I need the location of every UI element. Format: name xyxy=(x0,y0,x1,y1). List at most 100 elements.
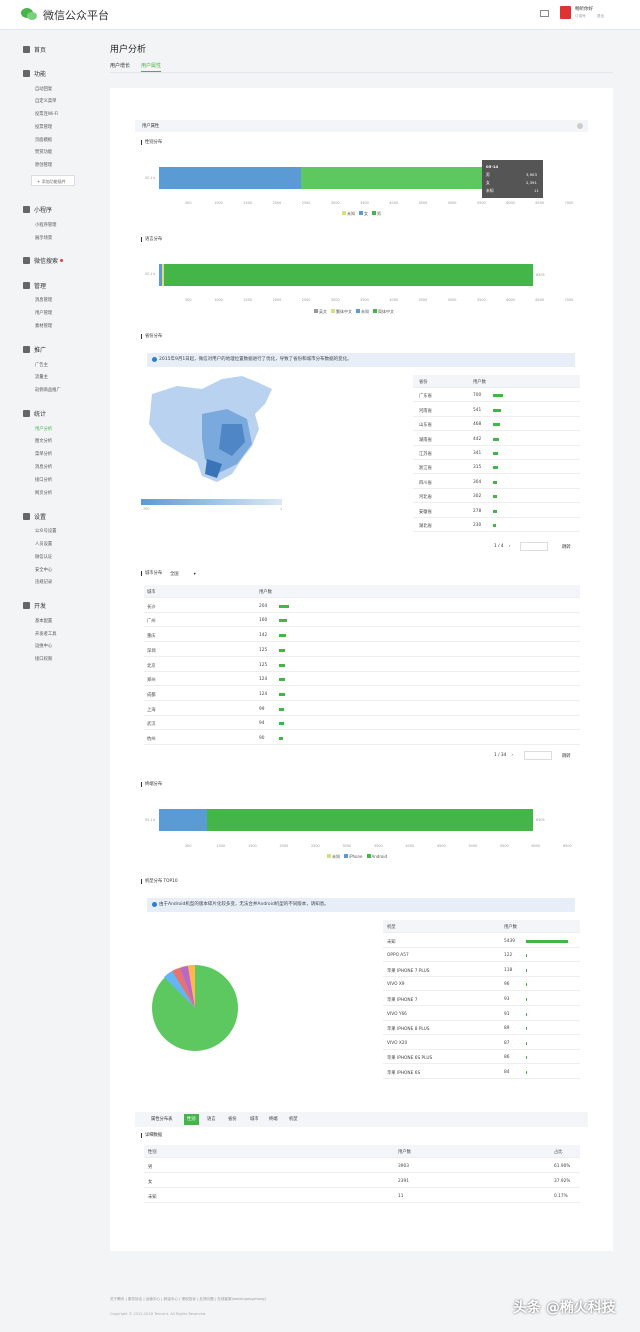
sidebar-item[interactable]: 图文分析 xyxy=(35,438,52,444)
sidebar-item[interactable]: 菜单分析 xyxy=(35,451,52,457)
table-row[interactable]: 苹果 IPHONE 8 PLUS 89 xyxy=(383,1022,580,1036)
sidebar-item-user-analysis[interactable]: 用户分析 xyxy=(35,426,52,432)
table-row[interactable]: 杭州 90 xyxy=(144,732,580,745)
table-cell: 99 xyxy=(259,706,265,712)
sidebar-item[interactable]: 小程序管理 xyxy=(35,222,56,228)
avatar[interactable] xyxy=(560,6,571,19)
sidebar-item[interactable]: 投票管理 xyxy=(35,124,52,130)
table-row[interactable]: VIVO X20 87 xyxy=(383,1037,580,1050)
tab-province[interactable]: 省份 xyxy=(228,1116,237,1122)
sidebar-item[interactable]: 用户管理 xyxy=(35,310,52,316)
logout-link[interactable]: 退出 xyxy=(597,14,604,19)
sidebar-item[interactable]: 基本配置 xyxy=(35,618,52,624)
sidebar-item[interactable]: 自动回复 xyxy=(35,86,52,92)
value-bar xyxy=(279,648,286,652)
tab-model[interactable]: 机型 xyxy=(289,1116,298,1122)
tab-city[interactable]: 城市 xyxy=(250,1116,259,1122)
terminal-bar-android[interactable] xyxy=(207,809,533,831)
add-plugin-button[interactable]: + 添加功能插件 xyxy=(31,175,75,186)
table-row[interactable]: 重庆 142 xyxy=(144,629,580,643)
table-cell: 苹果 IPHONE 6S xyxy=(387,1071,421,1076)
table-row[interactable]: 未知 11 0.17% xyxy=(144,1190,580,1203)
mail-icon[interactable] xyxy=(540,10,549,17)
table-row[interactable]: 湖北省 230 xyxy=(413,519,580,532)
tab-language[interactable]: 语言 xyxy=(207,1116,216,1122)
sidebar-item[interactable]: 违规记录 xyxy=(35,579,52,585)
sidebar-item[interactable]: 接口权限 xyxy=(35,656,52,662)
sidebar-item[interactable]: 网页分析 xyxy=(35,490,52,496)
table-row[interactable]: 武汉 94 xyxy=(144,717,580,731)
table-row[interactable]: 深圳 125 xyxy=(144,644,580,657)
tab-gender[interactable]: 性别 xyxy=(184,1114,199,1125)
account-name[interactable]: 畅听你好 xyxy=(575,6,593,12)
table-row[interactable]: 苹果 IPHONE 7 93 xyxy=(383,993,580,1006)
jump-button[interactable]: 跳转 xyxy=(562,753,571,759)
sidebar-item[interactable]: 安全中心 xyxy=(35,567,52,573)
table-row[interactable]: 浙江省 315 xyxy=(413,461,580,475)
sidebar-item[interactable]: 赞赏功能 xyxy=(35,149,52,155)
sidebar-item[interactable]: 微信认证 xyxy=(35,554,52,560)
tab-terminal[interactable]: 终端 xyxy=(269,1116,278,1122)
table-row[interactable]: 安徽省 278 xyxy=(413,505,580,518)
model-pie-chart[interactable] xyxy=(150,963,240,1053)
table-row[interactable]: 郑州 124 xyxy=(144,673,580,687)
province-heading: 省份分布 xyxy=(141,334,162,339)
sidebar-item[interactable]: 流量主 xyxy=(35,374,48,380)
table-row[interactable]: 广东省 700 xyxy=(413,389,580,403)
table-row[interactable]: 山东省 468 xyxy=(413,418,580,432)
next-page-icon[interactable]: › xyxy=(509,544,511,549)
brand-title[interactable]: 微信公众平台 xyxy=(43,7,109,23)
table-row[interactable]: VIVO X9 96 xyxy=(383,978,580,992)
sidebar-item[interactable]: 投票连Wi-Fi xyxy=(35,111,58,117)
table-row[interactable]: 苹果 IPHONE 6S PLUS 86 xyxy=(383,1051,580,1065)
sidebar-section-search[interactable]: 微信搜索 xyxy=(23,256,64,265)
table-row[interactable]: 男 3903 61.90% xyxy=(144,1160,580,1173)
help-icon[interactable] xyxy=(577,123,583,129)
table-row[interactable]: 上海 99 xyxy=(144,703,580,716)
china-map[interactable] xyxy=(147,374,275,486)
city-filter-dropdown[interactable]: 全国 ▾ xyxy=(170,571,206,578)
table-row[interactable]: 苹果 IPHONE 7 PLUS 118 xyxy=(383,964,580,977)
table-row[interactable]: 四川省 304 xyxy=(413,476,580,489)
tab-user-attributes[interactable]: 用户属性 xyxy=(141,62,161,69)
table-row[interactable]: 江苏省 341 xyxy=(413,447,580,460)
table-row[interactable]: OPPO A57 122 xyxy=(383,949,580,963)
table-row[interactable]: 湖南省 442 xyxy=(413,433,580,446)
language-bar-simplified[interactable] xyxy=(164,264,533,286)
table-row[interactable]: 苹果 IPHONE 6S 84 xyxy=(383,1066,580,1079)
sidebar-home[interactable]: 首页 xyxy=(23,45,46,54)
table-row[interactable]: 北京 125 xyxy=(144,659,580,672)
sidebar-item[interactable]: 消息管理 xyxy=(35,297,52,303)
sidebar-item[interactable]: 广告主 xyxy=(35,362,48,368)
sidebar-item[interactable]: 消息分析 xyxy=(35,464,52,470)
sidebar-item[interactable]: 素材管理 xyxy=(35,323,52,329)
sidebar-item[interactable]: 运维中心 xyxy=(35,643,52,649)
sidebar-item[interactable]: 开发者工具 xyxy=(35,631,56,637)
sidebar-item[interactable]: 原创管理 xyxy=(35,162,52,168)
sidebar-item[interactable]: 页面模板 xyxy=(35,137,52,143)
sidebar-item[interactable]: 展示场景 xyxy=(35,235,52,241)
sidebar-item[interactable]: 接口分析 xyxy=(35,477,52,483)
table-row[interactable]: VIVO Y66 91 xyxy=(383,1008,580,1021)
table-row[interactable]: 河南省 541 xyxy=(413,404,580,417)
sidebar-section-dev: 开发 xyxy=(23,601,46,610)
table-row[interactable]: 长沙 204 xyxy=(144,600,580,613)
next-page-icon[interactable]: › xyxy=(511,753,513,758)
sidebar-item[interactable]: 返佣商品推广 xyxy=(35,387,61,393)
sidebar-item[interactable]: 人员设置 xyxy=(35,541,52,547)
tab-attr-table[interactable]: 属性分布表 xyxy=(151,1116,172,1122)
table-row[interactable]: 成都 124 xyxy=(144,688,580,701)
page-jump-input[interactable] xyxy=(524,751,552,760)
jump-button[interactable]: 跳转 xyxy=(562,544,571,550)
terminal-bar-iphone[interactable] xyxy=(159,809,207,831)
tab-user-growth[interactable]: 用户增长 xyxy=(110,62,130,69)
table-row[interactable]: 未知 5439 xyxy=(383,935,580,948)
table-row[interactable]: 广州 160 xyxy=(144,614,580,628)
footer-links[interactable]: 关于腾讯 | 服务协议 | 运营中心 | 辟谣中心 | 侵权投诉 | 反馈问题 … xyxy=(110,1297,266,1302)
sidebar-item[interactable]: 公众号设置 xyxy=(35,528,56,534)
page-jump-input[interactable] xyxy=(520,542,548,551)
table-row[interactable]: 河北省 302 xyxy=(413,490,580,504)
table-row[interactable]: 女 2391 37.92% xyxy=(144,1175,580,1188)
gender-bar-female[interactable] xyxy=(159,167,301,189)
sidebar-item[interactable]: 自定义菜单 xyxy=(35,98,56,104)
